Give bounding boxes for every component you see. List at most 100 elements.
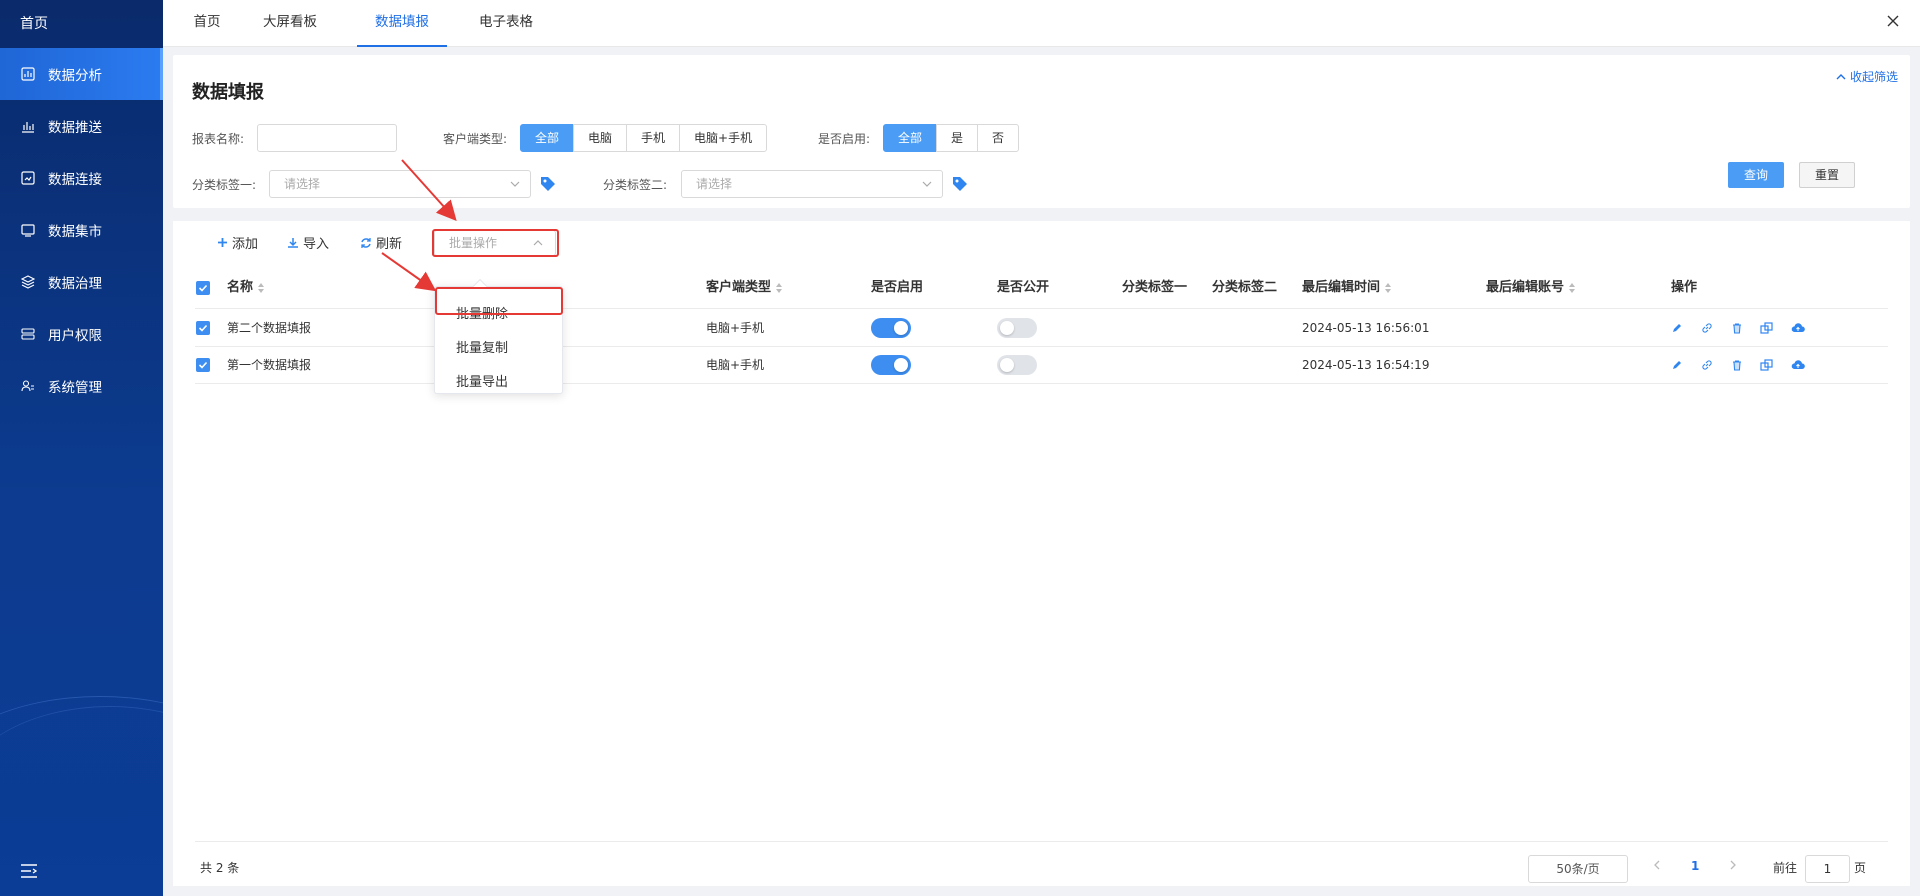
column-header-client-type[interactable]: 客户端类型 bbox=[706, 267, 783, 309]
filter-panel: 数据填报 收起筛选 报表名称: 客户端类型: 全部 电脑 手机 电脑+手机 是否… bbox=[173, 55, 1910, 208]
delete-icon[interactable] bbox=[1731, 322, 1745, 336]
bar-chart-icon bbox=[20, 118, 36, 134]
sidebar-item-user-permission[interactable]: 用户权限 bbox=[0, 308, 163, 360]
client-type-label: 客户端类型: bbox=[443, 132, 508, 146]
column-header-tag2: 分类标签二 bbox=[1212, 280, 1278, 295]
column-title: 最后编辑账号 bbox=[1486, 280, 1565, 295]
column-header-enabled: 是否启用 bbox=[871, 280, 924, 295]
copy-icon[interactable] bbox=[1760, 359, 1774, 373]
sort-icon bbox=[776, 283, 783, 293]
cell-last-edit-time: 2024-05-13 16:54:19 bbox=[1302, 358, 1430, 372]
edit-icon[interactable] bbox=[1671, 322, 1685, 336]
link-icon[interactable] bbox=[1701, 359, 1715, 373]
sidebar-item-label: 数据推送 bbox=[48, 120, 102, 136]
report-name-input[interactable] bbox=[257, 124, 397, 152]
enabled-all[interactable]: 全部 bbox=[883, 124, 938, 152]
chevron-down-icon bbox=[510, 181, 520, 187]
public-toggle[interactable] bbox=[997, 318, 1037, 338]
chart-box-icon bbox=[20, 66, 36, 82]
cell-name: 第一个数据填报 bbox=[227, 358, 312, 372]
layers-icon bbox=[20, 274, 36, 290]
menu-collapse-icon[interactable] bbox=[20, 864, 38, 878]
enabled-no[interactable]: 否 bbox=[977, 124, 1020, 152]
cloud-upload-icon[interactable] bbox=[1791, 322, 1805, 336]
client-type-pc-mobile[interactable]: 电脑+手机 bbox=[679, 124, 768, 152]
sidebar-item-system-management[interactable]: 系统管理 bbox=[0, 360, 163, 412]
close-icon[interactable] bbox=[1886, 14, 1902, 30]
column-header-last-edit-account[interactable]: 最后编辑账号 bbox=[1486, 267, 1576, 309]
sort-icon bbox=[258, 283, 265, 293]
column-header-last-edit-time[interactable]: 最后编辑时间 bbox=[1302, 267, 1392, 309]
row-checkbox[interactable] bbox=[196, 358, 210, 372]
menu-item-batch-copy[interactable]: 批量复制 bbox=[456, 337, 508, 356]
cell-last-edit-time: 2024-05-13 16:56:01 bbox=[1302, 321, 1430, 335]
query-button[interactable]: 查询 bbox=[1728, 162, 1784, 188]
system-user-icon bbox=[20, 378, 36, 394]
cell-client-type: 电脑+手机 bbox=[706, 358, 765, 372]
column-title: 客户端类型 bbox=[706, 280, 772, 295]
tag2-select[interactable]: 请选择 bbox=[681, 170, 943, 198]
prev-page-icon[interactable] bbox=[1653, 859, 1661, 873]
page-number[interactable]: 1 bbox=[1691, 859, 1699, 873]
tag2-label: 分类标签二: bbox=[603, 178, 668, 192]
tag-icon[interactable] bbox=[951, 175, 969, 193]
sort-icon bbox=[1385, 283, 1392, 293]
refresh-label: 刷新 bbox=[376, 237, 403, 252]
add-label: 添加 bbox=[232, 237, 259, 252]
goto-page-input[interactable]: 1 bbox=[1805, 855, 1850, 883]
enabled-group: 全部 是 否 bbox=[883, 124, 1020, 152]
sidebar-item-data-market[interactable]: 数据集市 bbox=[0, 204, 163, 256]
cloud-upload-icon[interactable] bbox=[1791, 359, 1805, 373]
enabled-toggle[interactable] bbox=[871, 318, 911, 338]
copy-icon[interactable] bbox=[1760, 322, 1774, 336]
monitor-icon bbox=[20, 222, 36, 238]
report-name-label: 报表名称: bbox=[192, 132, 245, 146]
tag1-label: 分类标签一: bbox=[192, 178, 257, 192]
collapse-filter-button[interactable]: 收起筛选 bbox=[1836, 68, 1898, 85]
sidebar-item-data-governance[interactable]: 数据治理 bbox=[0, 256, 163, 308]
sidebar-item-data-analysis[interactable]: 数据分析 bbox=[0, 48, 163, 100]
sidebar-item-label: 系统管理 bbox=[48, 380, 102, 396]
delete-icon[interactable] bbox=[1731, 359, 1745, 373]
add-button[interactable]: 添加 bbox=[217, 233, 258, 252]
sidebar-item-data-push[interactable]: 数据推送 bbox=[0, 100, 163, 152]
enabled-yes[interactable]: 是 bbox=[936, 124, 979, 152]
sidebar-item-label: 数据连接 bbox=[48, 172, 102, 188]
edit-icon[interactable] bbox=[1671, 359, 1685, 373]
refresh-button[interactable]: 刷新 bbox=[360, 233, 402, 252]
collapse-filter-label: 收起筛选 bbox=[1849, 70, 1898, 84]
sidebar-item-label: 数据集市 bbox=[48, 224, 102, 240]
select-all-checkbox[interactable] bbox=[196, 281, 210, 295]
sidebar-item-data-connection[interactable]: 数据连接 bbox=[0, 152, 163, 204]
menu-item-batch-export[interactable]: 批量导出 bbox=[456, 371, 508, 390]
sidebar-item-label: 数据治理 bbox=[48, 276, 102, 292]
annotation-highlight-box bbox=[432, 229, 559, 257]
tag1-select[interactable]: 请选择 bbox=[269, 170, 531, 198]
row-checkbox[interactable] bbox=[196, 321, 210, 335]
public-toggle[interactable] bbox=[997, 355, 1037, 375]
tab-dashboard[interactable]: 大屏看板 bbox=[260, 0, 320, 47]
column-header-name[interactable]: 名称 bbox=[227, 267, 265, 309]
next-page-icon[interactable] bbox=[1729, 859, 1737, 873]
tag-icon[interactable] bbox=[539, 175, 557, 193]
link-icon[interactable] bbox=[1701, 322, 1715, 336]
total-count: 共 2 条 bbox=[200, 861, 240, 875]
client-type-all[interactable]: 全部 bbox=[520, 124, 575, 152]
tab-spreadsheet[interactable]: 电子表格 bbox=[476, 0, 536, 47]
tab-data-entry[interactable]: 数据填报 bbox=[357, 0, 447, 47]
import-button[interactable]: 导入 bbox=[287, 233, 329, 252]
reset-button[interactable]: 重置 bbox=[1799, 162, 1855, 188]
column-header-public: 是否公开 bbox=[997, 280, 1050, 295]
page-size-select[interactable]: 50条/页 bbox=[1528, 855, 1628, 883]
enabled-toggle[interactable] bbox=[871, 355, 911, 375]
client-type-pc[interactable]: 电脑 bbox=[573, 124, 628, 152]
tab-home[interactable]: 首页 bbox=[189, 0, 225, 47]
client-type-mobile[interactable]: 手机 bbox=[626, 124, 681, 152]
chevron-up-icon bbox=[1836, 73, 1846, 79]
enabled-label: 是否启用: bbox=[818, 132, 871, 146]
user-permission-icon bbox=[20, 326, 36, 342]
client-type-group: 全部 电脑 手机 电脑+手机 bbox=[520, 124, 768, 152]
top-tab-bar: 首页 大屏看板 数据填报 电子表格 bbox=[163, 0, 1920, 47]
import-label: 导入 bbox=[303, 237, 330, 252]
sidebar-home[interactable]: 首页 bbox=[0, 0, 163, 48]
